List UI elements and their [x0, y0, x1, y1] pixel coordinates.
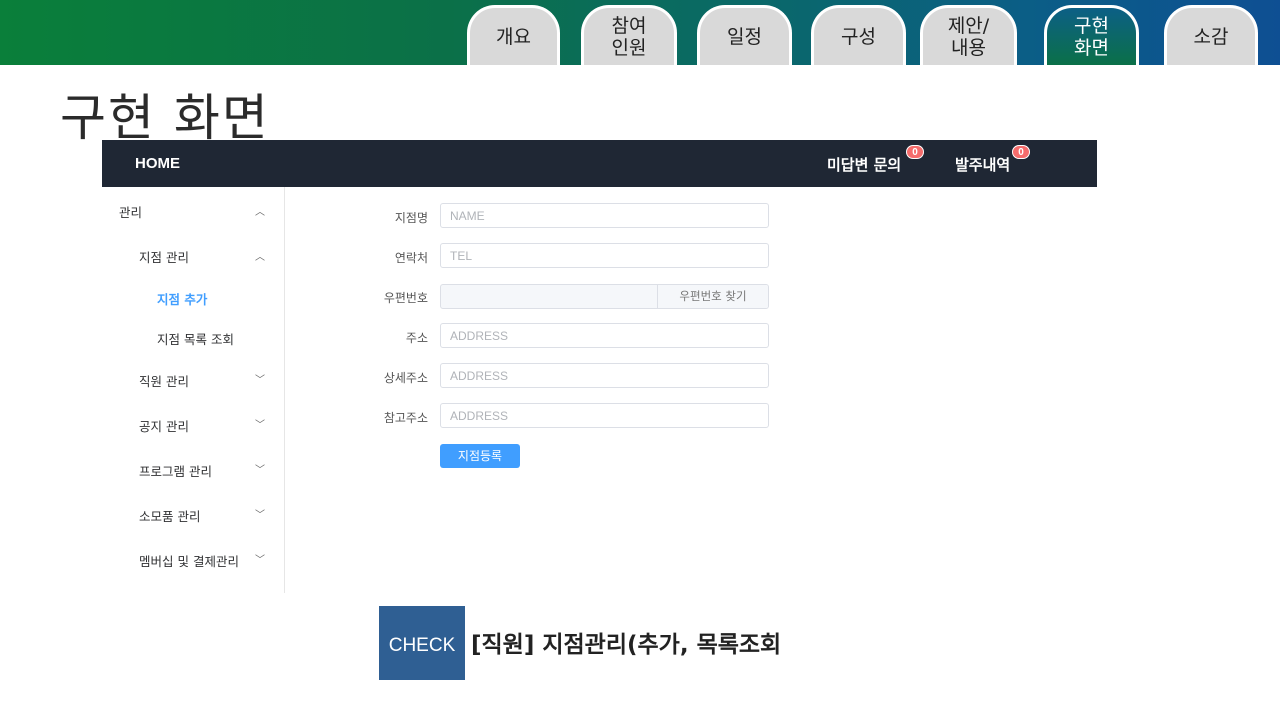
unanswered-inquiries-label: 미답변 문의 — [827, 156, 902, 174]
sidebar-item-label: 직원 관리 — [139, 374, 189, 389]
find-postal-code-button[interactable]: 우편번호 찾기 — [657, 285, 768, 308]
nav-tab-overview[interactable]: 개요 — [467, 5, 560, 65]
sidebar-item-label: 지점 목록 조회 — [157, 332, 234, 347]
postal-code-field[interactable]: 우편번호 찾기 — [440, 284, 769, 309]
sidebar-item-add-branch[interactable]: 지점 추가 — [157, 289, 207, 308]
branch-name-label: 지점명 — [394, 211, 428, 225]
reference-address-label: 참고주소 — [383, 411, 428, 425]
sidebar-item-management[interactable]: 관리 — [119, 202, 142, 221]
inquiries-count-badge: 0 — [906, 145, 924, 159]
chevron-up-icon: ︿ — [255, 207, 265, 218]
nav-tab-members[interactable]: 참여 인원 — [581, 5, 677, 65]
address-input[interactable] — [440, 323, 769, 348]
sidebar-item-staff-management[interactable]: 직원 관리 — [139, 371, 189, 390]
register-branch-button[interactable]: 지점등록 — [440, 444, 520, 468]
detail-address-label: 상세주소 — [383, 371, 428, 385]
phone-label: 연락처 — [394, 251, 428, 265]
detail-address-input[interactable] — [440, 363, 769, 388]
nav-tab-implementation[interactable]: 구현 화면 — [1044, 5, 1139, 65]
address-label: 주소 — [405, 331, 428, 345]
phone-input[interactable] — [440, 243, 769, 268]
check-caption: [직원] 지점관리(추가, 목록조회 — [471, 632, 782, 658]
nav-tab-schedule[interactable]: 일정 — [697, 5, 792, 65]
sidebar-item-branch-list[interactable]: 지점 목록 조회 — [157, 329, 234, 348]
sidebar-item-notice-management[interactable]: 공지 관리 — [139, 416, 189, 435]
sidebar-item-label: 관리 — [119, 205, 143, 220]
chevron-up-icon: ︿ — [255, 252, 265, 263]
sidebar-item-label: 지점 관리 — [139, 250, 189, 265]
sidebar-item-label: 소모품 관리 — [139, 509, 201, 524]
sidebar-item-label: 지점 추가 — [157, 292, 208, 307]
nav-tab-proposal[interactable]: 제안/ 내용 — [920, 5, 1017, 65]
chevron-down-icon: ﹀ — [255, 375, 265, 386]
chevron-down-icon: ﹀ — [255, 420, 265, 431]
sidebar: 관리 ︿ 지점 관리 ︿ 지점 추가 지점 목록 조회 직원 관리 ﹀ 공지 관… — [102, 187, 285, 593]
unanswered-inquiries-link[interactable]: 미답변 문의 0 — [827, 145, 924, 175]
nav-tab-structure[interactable]: 구성 — [811, 5, 906, 65]
sidebar-item-supplies-management[interactable]: 소모품 관리 — [139, 506, 200, 525]
chevron-down-icon: ﹀ — [255, 555, 265, 566]
sidebar-item-label: 공지 관리 — [139, 419, 189, 434]
sidebar-item-label: 멤버십 및 결제관리 — [139, 554, 239, 569]
chevron-down-icon: ﹀ — [255, 465, 265, 476]
order-history-label: 발주내역 — [955, 156, 1011, 174]
sidebar-item-program-management[interactable]: 프로그램 관리 — [139, 461, 212, 480]
orders-count-badge: 0 — [1012, 145, 1030, 159]
branch-name-input[interactable] — [440, 203, 769, 228]
reference-address-input[interactable] — [440, 403, 769, 428]
sidebar-item-branch-management[interactable]: 지점 관리 — [139, 247, 189, 266]
home-link[interactable]: HOME — [135, 155, 180, 172]
chevron-down-icon: ﹀ — [255, 510, 265, 521]
check-badge: CHECK — [379, 606, 465, 680]
order-history-link[interactable]: 발주내역 0 — [955, 145, 1030, 175]
nav-tab-review[interactable]: 소감 — [1164, 5, 1258, 65]
sidebar-item-label: 프로그램 관리 — [139, 464, 212, 479]
postal-code-label: 우편번호 — [383, 291, 428, 305]
sidebar-item-membership-payment[interactable]: 멤버십 및 결제관리 — [139, 551, 239, 570]
app-header: HOME 미답변 문의 0 발주내역 0 — [102, 140, 1097, 187]
